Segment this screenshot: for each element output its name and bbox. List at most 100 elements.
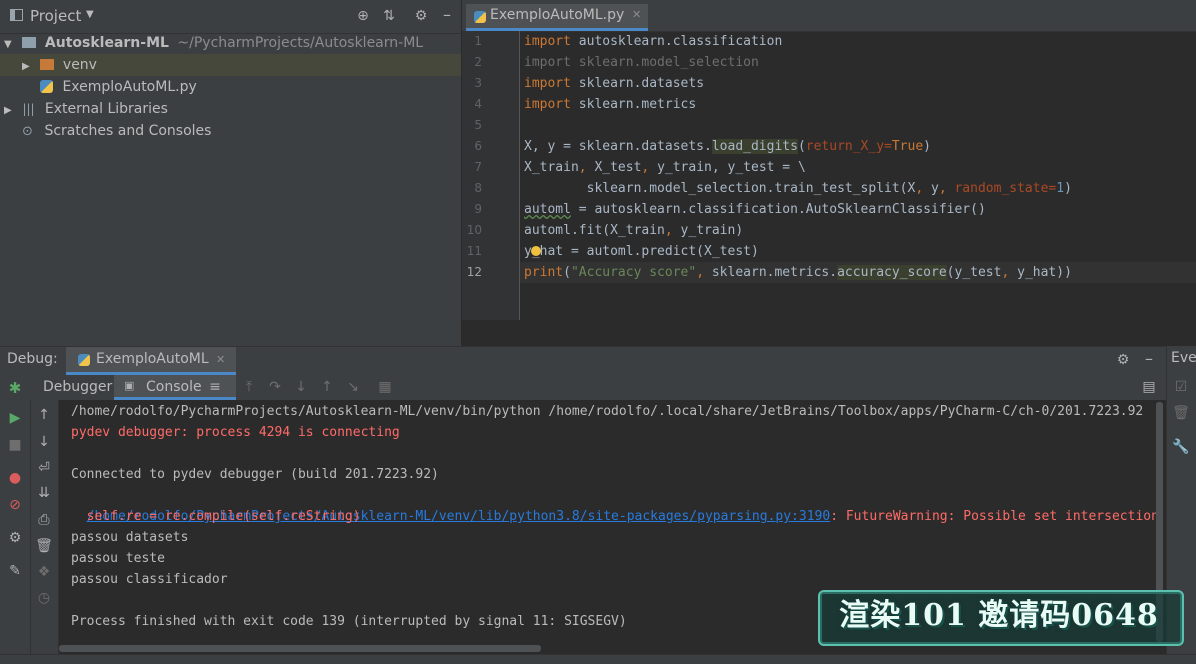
code-line-7[interactable]: X_train, X_test, y_train, y_test = \ (524, 157, 806, 178)
project-title[interactable]: Project (30, 7, 81, 25)
step-into-icon[interactable]: ↓ (292, 378, 310, 396)
folder-icon (40, 59, 55, 70)
line-number: 9 (474, 202, 482, 216)
layout-icon[interactable]: ▤ (1140, 378, 1158, 396)
tree-item-external-libraries[interactable]: ▶ ||| External Libraries (0, 98, 168, 120)
wrench-icon[interactable]: 🔧 (1172, 438, 1190, 456)
code-token-keyword: import (524, 97, 571, 112)
code-token: (y_test (946, 265, 1002, 280)
code-token: X, y = sklearn.datasets. (524, 139, 712, 154)
tree-item-scratches[interactable]: ⊙ Scratches and Consoles (0, 120, 211, 142)
chevron-right-icon[interactable]: ▶ (22, 56, 36, 78)
horizontal-scrollbar[interactable] (59, 645, 541, 652)
scroll-to-end-icon[interactable]: ⇊ (35, 484, 53, 502)
step-over-icon[interactable]: ↷ (266, 378, 284, 396)
line-number: 5 (474, 118, 482, 132)
collapse-all-icon[interactable]: ⇅ (380, 7, 398, 25)
locate-icon[interactable]: ⊕ (354, 7, 372, 25)
settings-icon[interactable]: ⚙ (6, 529, 24, 547)
python-console-icon[interactable]: ❖ (35, 563, 53, 581)
project-view-icon (10, 9, 23, 21)
console-line-warning: /home/rodolfo/PycharmProjects/Autosklear… (71, 485, 1159, 524)
scratches-icon: ⊙ (22, 124, 33, 139)
code-token: ( (797, 139, 806, 154)
code-line-4[interactable]: import sklearn.metrics (524, 94, 696, 115)
resume-icon[interactable]: ▶ (6, 409, 24, 427)
tree-item-venv[interactable]: ▶ venv (0, 54, 461, 76)
code-token-highlight: accuracy_score (837, 265, 947, 280)
soft-wrap-icon[interactable]: ⏎ (35, 459, 53, 477)
editor-tab-bar: ExemploAutoML.py ✕ (462, 0, 1196, 32)
code-line-12[interactable]: print("Accuracy score", sklearn.metrics.… (524, 262, 1072, 283)
console-line: passou classificador (71, 572, 228, 587)
line-number: 3 (474, 76, 482, 90)
step-out-icon[interactable]: ↑ (318, 378, 336, 396)
gear-icon[interactable]: ⚙ (412, 7, 430, 25)
trash-icon[interactable]: 🗑 (1172, 404, 1190, 422)
console-icon: ▣ (124, 379, 135, 392)
code-token: ) (1064, 181, 1072, 196)
run-to-cursor-icon[interactable]: ↘ (344, 378, 362, 396)
library-icon: ||| (22, 102, 35, 116)
code-line-10[interactable]: automl.fit(X_train, y_train) (524, 220, 743, 241)
history-icon[interactable]: ◷ (35, 589, 53, 607)
code-line-1[interactable]: import autosklearn.classification (524, 31, 782, 52)
close-icon[interactable]: ✕ (216, 353, 225, 366)
stop-icon[interactable]: ■ (6, 436, 24, 454)
print-icon[interactable]: ⎙ (35, 511, 53, 529)
menu-icon[interactable]: ≡ (206, 378, 224, 396)
tree-item-file[interactable]: ExemploAutoML.py (0, 76, 197, 98)
close-icon[interactable]: ✕ (632, 8, 641, 21)
line-number: 1 (474, 34, 482, 48)
console-line: Connected to pydev debugger (build 201.7… (71, 467, 439, 482)
arrow-down-icon[interactable]: ↓ (35, 433, 53, 451)
code-token-keyword: True (891, 139, 924, 154)
python-icon (78, 354, 90, 366)
console-line: Process finished with exit code 139 (int… (71, 614, 627, 629)
code-token: ( (563, 265, 571, 280)
line-number: 7 (474, 160, 482, 174)
view-breakpoints-icon[interactable]: ● (6, 469, 24, 487)
tree-item-label: Scratches and Consoles (44, 123, 212, 139)
console-line: /home/rodolfo/PycharmProjects/Autosklear… (71, 404, 1144, 419)
debug-session-tab[interactable]: ExemploAutoML ✕ (66, 347, 236, 375)
warning-text: : FutureWarning: Possible set intersecti… (830, 509, 1159, 524)
lightbulb-icon[interactable] (531, 246, 541, 256)
code-line-2[interactable]: import sklearn.model_selection (524, 52, 759, 73)
chevron-right-icon[interactable]: ▶ (4, 100, 18, 122)
check-icon[interactable]: ☑ (1172, 378, 1190, 396)
editor-tab[interactable]: ExemploAutoML.py ✕ (466, 4, 648, 31)
show-execution-point-icon[interactable]: ⤒ (240, 378, 258, 396)
line-number: 11 (466, 244, 482, 258)
code-token: automl.fit(X_train (524, 223, 665, 238)
chevron-down-icon[interactable]: ▼ (86, 9, 94, 20)
pin-icon[interactable]: ✎ (6, 562, 24, 580)
code-line-9[interactable]: automl = autosklearn.classification.Auto… (524, 199, 986, 220)
code-token: automl (524, 202, 571, 217)
code-token-keyword: , (664, 223, 673, 238)
console-line: passou datasets (71, 530, 189, 545)
tree-item-label: External Libraries (44, 101, 168, 117)
code-token-param: return_X_y= (805, 139, 892, 154)
arrow-up-icon[interactable]: ↑ (35, 406, 53, 424)
code-token: sklearn.metrics (570, 97, 697, 112)
code-line-6[interactable]: X, y = sklearn.datasets.load_digits(retu… (524, 136, 931, 157)
hide-icon[interactable]: – (438, 6, 456, 24)
chevron-down-icon[interactable]: ▼ (4, 34, 18, 56)
debugger-tab[interactable]: Debugger (43, 379, 112, 395)
code-token: sklearn.metrics. (704, 265, 838, 280)
hide-icon[interactable]: – (1140, 350, 1158, 368)
bug-icon[interactable]: ✱ (6, 379, 24, 397)
code-line-11[interactable]: y_hat = automl.predict(X_test) (524, 241, 759, 262)
event-log-label[interactable]: Eve (1171, 350, 1196, 366)
code-token: y (923, 181, 939, 196)
code-line-3[interactable]: import sklearn.datasets (524, 73, 704, 94)
gear-icon[interactable]: ⚙ (1114, 351, 1132, 369)
tree-root[interactable]: ▼ Autosklearn-ML ~/PycharmProjects/Autos… (0, 32, 423, 54)
trash-icon[interactable]: 🗑 (35, 537, 53, 555)
evaluate-expression-icon[interactable]: ▦ (376, 378, 394, 396)
code-line-8[interactable]: sklearn.model_selection.train_test_split… (524, 178, 1072, 199)
code-token: ) (923, 139, 931, 154)
mute-breakpoints-icon[interactable]: ⊘ (6, 496, 24, 514)
code-token: y_train) (672, 223, 744, 238)
